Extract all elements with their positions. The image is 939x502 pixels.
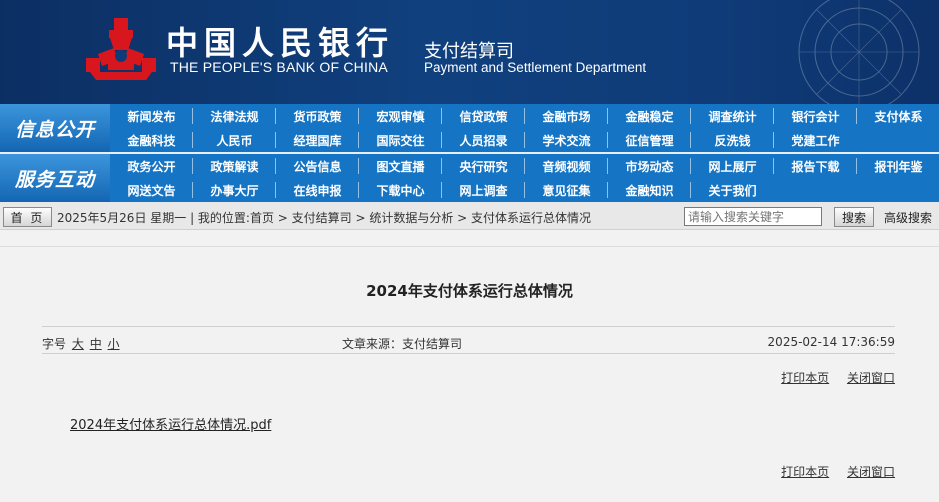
nav-item[interactable]: 人员招录 (442, 128, 525, 152)
article-actions-top: 打印本页 关闭窗口 (767, 369, 895, 386)
font-size-control: 字号 大 中 小 (42, 335, 120, 352)
close-window-link[interactable]: 关闭窗口 (847, 371, 895, 385)
pdf-attachment-link[interactable]: 2024年支付体系运行总体情况.pdf (70, 414, 271, 433)
nav-item[interactable]: 图文直播 (359, 154, 442, 178)
nav-item[interactable]: 党建工作 (774, 128, 857, 152)
nav-section-title-service[interactable]: 服务互动 (0, 154, 110, 202)
dept-name-en: Payment and Settlement Department (424, 60, 647, 75)
print-page-link[interactable]: 打印本页 (781, 371, 829, 385)
nav-item[interactable]: 意见征集 (525, 178, 608, 202)
nav-item[interactable]: 人民币 (193, 128, 276, 152)
nav-item[interactable]: 金融知识 (608, 178, 691, 202)
nav-item[interactable]: 网送文告 (110, 178, 193, 202)
nav-item[interactable]: 在线申报 (276, 178, 359, 202)
nav-section-title-info[interactable]: 信息公开 (0, 104, 110, 152)
pboc-logo-icon (86, 18, 156, 80)
nav-grid-service: 政务公开 政策解读 公告信息 图文直播 央行研究 音频视频 市场动态 网上展厅 报告下载 报刊年鉴… (110, 154, 939, 202)
home-button[interactable]: 首 页 (3, 207, 52, 227)
bank-name-en: THE PEOPLE'S BANK OF CHINA (170, 59, 388, 75)
nav-item[interactable]: 征信管理 (608, 128, 691, 152)
nav-item[interactable]: 音频视频 (525, 154, 608, 178)
header-banner: 中国人民银行 THE PEOPLE'S BANK OF CHINA 支付结算司 … (0, 0, 939, 104)
nav-item[interactable]: 网上调查 (442, 178, 525, 202)
nav-grid-info: 新闻发布 法律法规 货币政策 宏观审慎 信贷政策 金融市场 金融稳定 调查统计 银行会计 支付体系… (110, 104, 939, 152)
nav-item[interactable]: 办事大厅 (193, 178, 276, 202)
font-size-label: 字号 (42, 337, 67, 351)
nav-item[interactable]: 关于我们 (691, 178, 774, 202)
nav-item[interactable]: 公告信息 (276, 154, 359, 178)
article-actions-bottom: 打印本页 关闭窗口 (767, 463, 895, 480)
banner-pattern (798, 0, 920, 104)
nav-item[interactable]: 金融市场 (525, 104, 608, 128)
nav-section-info: 信息公开 新闻发布 法律法规 货币政策 宏观审慎 信贷政策 金融市场 金融稳定 调查统计 银行会… (0, 104, 939, 152)
nav-item[interactable]: 反洗钱 (691, 128, 774, 152)
main-nav: 信息公开 新闻发布 法律法规 货币政策 宏观审慎 信贷政策 金融市场 金融稳定 调查统计 银行会… (0, 104, 939, 202)
font-large-link[interactable]: 大 (72, 337, 84, 351)
nav-item[interactable]: 金融稳定 (608, 104, 691, 128)
article-source: 文章来源：支付结算司 (342, 337, 463, 351)
nav-item[interactable]: 下载中心 (359, 178, 442, 202)
font-medium-link[interactable]: 中 (90, 337, 102, 351)
nav-item[interactable]: 新闻发布 (110, 104, 193, 128)
close-window-link-bottom[interactable]: 关闭窗口 (847, 465, 895, 479)
breadcrumb: 2025年5月26日 星期一 | 我的位置:首页 > 支付结算司 > 统计数据与… (57, 211, 592, 225)
font-small-link[interactable]: 小 (108, 337, 120, 351)
print-page-link-bottom[interactable]: 打印本页 (781, 465, 829, 479)
article-meta: 字号 大 中 小 文章来源：支付结算司 2025-02-14 17:36:59 (42, 326, 895, 354)
nav-item[interactable]: 调查统计 (691, 104, 774, 128)
page-title: 2024年支付体系运行总体情况 (366, 282, 573, 300)
nav-item[interactable]: 信贷政策 (442, 104, 525, 128)
article-content: 2024年支付体系运行总体情况 字号 大 中 小 文章来源：支付结算司 2025… (0, 246, 939, 502)
article-date: 2025-02-14 17:36:59 (767, 335, 895, 349)
nav-item[interactable]: 宏观审慎 (359, 104, 442, 128)
nav-item[interactable]: 政务公开 (110, 154, 193, 178)
nav-item[interactable]: 经理国库 (276, 128, 359, 152)
nav-item[interactable]: 网上展厅 (691, 154, 774, 178)
nav-item[interactable]: 报刊年鉴 (857, 154, 939, 178)
nav-item[interactable]: 国际交往 (359, 128, 442, 152)
nav-item[interactable]: 报告下载 (774, 154, 857, 178)
breadcrumb-bar: 首 页 2025年5月26日 星期一 | 我的位置:首页 > 支付结算司 > 统… (0, 202, 939, 230)
nav-item[interactable]: 金融科技 (110, 128, 193, 152)
nav-section-service: 服务互动 政务公开 政策解读 公告信息 图文直播 央行研究 音频视频 市场动态 网上展厅 报告下… (0, 154, 939, 202)
search-button[interactable]: 搜索 (834, 207, 874, 227)
nav-item[interactable]: 法律法规 (193, 104, 276, 128)
nav-item[interactable]: 支付体系 (857, 104, 939, 128)
nav-item[interactable]: 货币政策 (276, 104, 359, 128)
nav-item[interactable]: 学术交流 (525, 128, 608, 152)
nav-item[interactable]: 央行研究 (442, 154, 525, 178)
nav-item[interactable]: 银行会计 (774, 104, 857, 128)
advanced-search-link[interactable]: 高级搜索 (884, 209, 932, 226)
bank-name-cn: 中国人民银行 (166, 24, 395, 62)
search-input[interactable] (684, 207, 822, 226)
nav-item[interactable]: 市场动态 (608, 154, 691, 178)
nav-item[interactable]: 政策解读 (193, 154, 276, 178)
